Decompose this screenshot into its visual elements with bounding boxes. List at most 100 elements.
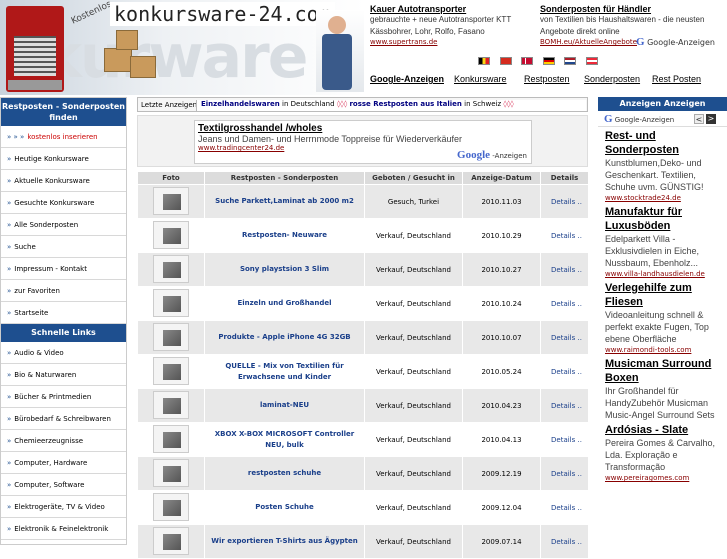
top-ad-url[interactable]: www.supertrans.de xyxy=(370,38,535,46)
table-row[interactable]: QUELLE - Mix von Textilien für Erwachsen… xyxy=(137,354,589,389)
row-details-link[interactable]: Details .. xyxy=(540,320,589,355)
product-thumbnail[interactable] xyxy=(153,322,189,351)
table-row[interactable]: Restposten- Neuware Verkauf, Deutschland 2… xyxy=(137,218,589,253)
right-ad-title[interactable]: Musicman Surround Boxen xyxy=(605,357,723,385)
sidebar-item[interactable]: » Bücher & Printmedien xyxy=(1,386,126,408)
table-row[interactable]: Posten Schuhe Verkauf, Deutschland 2009.12… xyxy=(137,490,589,525)
row-title[interactable]: XBOX X-BOX MICROSOFT Controller NEU, bul… xyxy=(204,422,365,457)
flag-denmark-icon[interactable] xyxy=(521,56,534,65)
product-thumbnail[interactable] xyxy=(153,288,189,317)
flag-switzerland-icon[interactable] xyxy=(499,56,512,65)
sidebar-item[interactable]: » Aktuelle Konkursware xyxy=(1,170,126,192)
row-details-link[interactable]: Details .. xyxy=(540,490,589,525)
sidebar-item[interactable]: » Elektronik & Feinelektronik xyxy=(1,518,126,540)
sidebar-item[interactable]: » Startseite xyxy=(1,302,126,324)
ticker-item-title[interactable]: Einzelhandelswaren xyxy=(201,100,280,108)
right-ad[interactable]: Ardósias - Slate Pereira Gomes & Carvalho… xyxy=(598,423,727,483)
top-nav-konkursware[interactable]: Konkursware xyxy=(454,74,507,84)
row-title[interactable]: Suche Parkett,Laminat ab 2000 m2 xyxy=(204,184,365,219)
table-row[interactable]: restposten schuhe Verkauf, Deutschland 200… xyxy=(137,456,589,491)
text-ad-title[interactable]: Textilgrosshandel /wholes xyxy=(198,123,528,134)
right-ad-title[interactable]: Manufaktur für Luxusböden xyxy=(605,205,723,233)
right-ad-url[interactable]: www.pereiragomes.com xyxy=(605,473,723,483)
row-details-link[interactable]: Details .. xyxy=(540,252,589,287)
product-thumbnail[interactable] xyxy=(153,356,189,385)
row-details-link[interactable]: Details .. xyxy=(540,184,589,219)
top-ad-title[interactable]: Sonderposten für Händler xyxy=(540,4,720,14)
row-title[interactable]: Restposten- Neuware xyxy=(204,218,365,253)
right-ad-url[interactable]: www.villa-landhausdielen.de xyxy=(605,269,723,279)
table-row[interactable]: Wir exportieren T-Shirts aus Ägypten Verk… xyxy=(137,524,589,559)
sidebar-item[interactable]: » Audio & Video xyxy=(1,342,126,364)
flag-belgium-icon[interactable] xyxy=(478,56,490,65)
row-details-link[interactable]: Details .. xyxy=(540,354,589,389)
ticker-content[interactable]: Einzelhandelswaren in Deutschland ◊◊◊ ro… xyxy=(196,100,586,111)
flag-netherlands-icon[interactable] xyxy=(564,56,577,65)
right-ad[interactable]: Musicman Surround Boxen Ihr Großhandel fü… xyxy=(598,357,727,421)
flag-austria-icon[interactable] xyxy=(585,56,598,65)
sidebar-item[interactable]: » Suche xyxy=(1,236,126,258)
table-row[interactable]: Sony playstsion 3 Slim Verkauf, Deutschla… xyxy=(137,252,589,287)
product-thumbnail[interactable] xyxy=(153,458,189,487)
site-banner[interactable]: kurware Kostenlos konkursware-24.com xyxy=(0,0,365,95)
row-details-link[interactable]: Details .. xyxy=(540,286,589,321)
top-nav-restposten[interactable]: Restposten xyxy=(524,74,570,84)
right-ad-title[interactable]: Rest- und Sonderposten xyxy=(605,129,723,157)
product-thumbnail[interactable] xyxy=(153,492,189,521)
row-details-link[interactable]: Details .. xyxy=(540,388,589,423)
sidebar-item[interactable]: » Alle Sonderposten xyxy=(1,214,126,236)
row-title[interactable]: laminat-NEU xyxy=(204,388,365,423)
top-ad-1[interactable]: Kauer Autotransporter gebrauchte + neue … xyxy=(370,4,535,46)
sidebar-item[interactable]: » » » kostenlos inserieren xyxy=(1,126,126,148)
right-ad-title[interactable]: Verlegehilfe zum Fliesen xyxy=(605,281,723,309)
product-thumbnail[interactable] xyxy=(153,186,189,215)
product-thumbnail[interactable] xyxy=(153,390,189,419)
sidebar-item[interactable]: » Heutige Konkursware xyxy=(1,148,126,170)
table-row[interactable]: Produkte - Apple iPhone 4G 32GB Verkauf, … xyxy=(137,320,589,355)
row-title[interactable]: Sony playstsion 3 Slim xyxy=(204,252,365,287)
row-title[interactable]: Wir exportieren T-Shirts aus Ägypten xyxy=(204,524,365,559)
row-title[interactable]: Posten Schuhe xyxy=(204,490,365,525)
row-details-link[interactable]: Details .. xyxy=(540,524,589,559)
sidebar-item[interactable]: » Gesuchte Konkursware xyxy=(1,192,126,214)
sidebar-item[interactable]: » Bürobedarf & Schreibwaren xyxy=(1,408,126,430)
sidebar-item[interactable]: » Computer, Hardware xyxy=(1,452,126,474)
product-thumbnail[interactable] xyxy=(153,526,189,555)
top-nav-sonderposten[interactable]: Sonderposten xyxy=(584,74,640,84)
row-title[interactable]: QUELLE - Mix von Textilien für Erwachsen… xyxy=(204,354,365,389)
sidebar-item[interactable]: » Elektrogeräte, TV & Video xyxy=(1,496,126,518)
product-thumbnail[interactable] xyxy=(153,424,189,453)
row-title[interactable]: Einzeln und Großhandel xyxy=(204,286,365,321)
row-details-link[interactable]: Details .. xyxy=(540,218,589,253)
prev-ad-button[interactable]: < xyxy=(694,114,704,124)
product-thumbnail[interactable] xyxy=(153,254,189,283)
google-ads-label[interactable]: G Google-Anzeigen xyxy=(636,36,715,48)
right-ad-url[interactable]: www.stocktrade24.de xyxy=(605,193,723,203)
right-ad[interactable]: Manufaktur für Luxusböden Edelparkett Vil… xyxy=(598,205,727,279)
right-ad-title[interactable]: Ardósias - Slate xyxy=(605,423,723,437)
table-row[interactable]: XBOX X-BOX MICROSOFT Controller NEU, bul… xyxy=(137,422,589,457)
top-nav-rest-posten[interactable]: Rest Posten xyxy=(652,74,701,84)
flag-germany-icon[interactable] xyxy=(542,56,555,65)
row-details-link[interactable]: Details .. xyxy=(540,422,589,457)
row-title[interactable]: restposten schuhe xyxy=(204,456,365,491)
right-ad-url[interactable]: www.raimondi-tools.com xyxy=(605,345,723,355)
row-details-link[interactable]: Details .. xyxy=(540,456,589,491)
table-row[interactable]: Suche Parkett,Laminat ab 2000 m2 Gesuch, … xyxy=(137,184,589,219)
right-ad[interactable]: Verlegehilfe zum Fliesen Videoanleitung s… xyxy=(598,281,727,355)
sidebar-item[interactable]: » Impressum - Kontakt xyxy=(1,258,126,280)
top-nav-google-ads[interactable]: Google-Anzeigen xyxy=(370,74,444,84)
top-ad-title[interactable]: Kauer Autotransporter xyxy=(370,4,535,14)
text-ad-box[interactable]: Textilgrosshandel /wholes Jeans und Dame… xyxy=(194,120,532,164)
site-logo[interactable]: konkursware-24.com xyxy=(110,2,335,26)
table-row[interactable]: laminat-NEU Verkauf, Deutschland 2010.04.2… xyxy=(137,388,589,423)
product-thumbnail[interactable] xyxy=(153,220,189,249)
next-ad-button[interactable]: > xyxy=(706,114,716,124)
sidebar-item[interactable]: » Chemieerzeugnisse xyxy=(1,430,126,452)
sidebar-item[interactable]: » Computer, Software xyxy=(1,474,126,496)
table-row[interactable]: Einzeln und Großhandel Verkauf, Deutschla… xyxy=(137,286,589,321)
sidebar-item[interactable]: » zur Favoriten xyxy=(1,280,126,302)
right-ad[interactable]: Rest- und Sonderposten Kunstblumen,Deko- … xyxy=(598,129,727,203)
sidebar-item[interactable]: » Bio & Naturwaren xyxy=(1,364,126,386)
row-title[interactable]: Produkte - Apple iPhone 4G 32GB xyxy=(204,320,365,355)
